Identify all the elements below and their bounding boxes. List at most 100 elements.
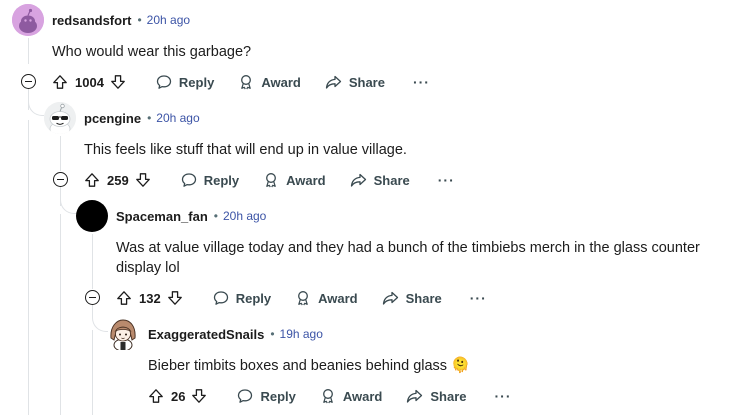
award-icon — [238, 74, 254, 90]
thread-connector — [28, 96, 44, 116]
thread-line — [28, 38, 29, 64]
comment-body: This feels like stuff that will end up i… — [84, 142, 407, 158]
award-icon — [320, 388, 336, 404]
reply-button[interactable]: Reply — [156, 74, 214, 90]
thread-line — [28, 120, 29, 415]
timestamp[interactable]: 19h ago — [280, 327, 323, 341]
vote-score: 1004 — [75, 74, 104, 90]
share-button[interactable]: Share — [406, 388, 467, 404]
comment-body: Bieber timbits boxes and beanies behind … — [148, 356, 470, 376]
character-avatar-icon — [110, 319, 136, 350]
more-options-icon[interactable]: ··· — [495, 388, 512, 404]
comment-meta: ExaggeratedSnails • 19h ago — [148, 324, 323, 344]
vote-score: 132 — [139, 290, 161, 306]
reply-button[interactable]: Reply — [181, 172, 239, 188]
share-button[interactable]: Share — [325, 74, 385, 90]
reply-icon — [213, 290, 229, 306]
vote-control: 259 — [84, 172, 151, 188]
comment-text: Bieber timbits boxes and beanies behind … — [148, 358, 448, 374]
reply-button[interactable]: Reply — [213, 290, 271, 306]
award-label: Award — [286, 172, 326, 188]
share-icon — [350, 172, 367, 188]
collapse-icon[interactable] — [53, 172, 68, 187]
comment-body: Who would wear this garbage? — [52, 44, 252, 60]
author-name[interactable]: redsandsfort — [52, 13, 131, 28]
thread-line — [60, 214, 61, 415]
timestamp[interactable]: 20h ago — [223, 209, 266, 223]
vote-control: 26 — [148, 388, 207, 404]
reply-button[interactable]: Reply — [237, 388, 296, 404]
downvote-icon[interactable] — [167, 290, 183, 306]
vote-control: 132 — [116, 290, 183, 306]
award-button[interactable]: Award — [238, 74, 301, 90]
comment-meta: pcengine • 20h ago — [84, 108, 200, 128]
comment-meta: Spaceman_fan • 20h ago — [116, 206, 266, 226]
downvote-icon[interactable] — [135, 172, 151, 188]
share-label: Share — [430, 388, 467, 404]
comment-body: Was at value village today and they had … — [116, 240, 700, 276]
thread-line — [92, 330, 93, 415]
award-label: Award — [318, 290, 358, 306]
comment-thread: redsandsfort • 20h ago Who would wear th… — [0, 0, 740, 415]
reply-label: Reply — [203, 172, 240, 188]
avatar[interactable] — [44, 102, 76, 134]
reply-label: Reply — [178, 74, 215, 90]
comment-actions: 132 Reply Award Share ··· — [116, 286, 487, 310]
author-name[interactable]: Spaceman_fan — [116, 209, 208, 224]
author-name[interactable]: pcengine — [84, 111, 141, 126]
reply-icon — [181, 172, 197, 188]
meta-separator: • — [270, 327, 275, 341]
comment-meta: redsandsfort • 20h ago — [52, 10, 190, 30]
thread-connector — [60, 194, 76, 214]
share-label: Share — [348, 74, 385, 90]
award-button[interactable]: Award — [295, 290, 358, 306]
upvote-icon[interactable] — [148, 388, 164, 404]
avatar[interactable] — [12, 4, 44, 36]
snoo-sunglasses-avatar-icon — [44, 102, 76, 134]
author-name[interactable]: ExaggeratedSnails — [148, 327, 264, 342]
downvote-icon[interactable] — [191, 388, 207, 404]
collapse-icon[interactable] — [21, 74, 36, 89]
avatar[interactable] — [76, 200, 108, 232]
vote-score: 259 — [107, 172, 129, 188]
more-options-icon[interactable]: ··· — [413, 74, 430, 90]
share-label: Share — [373, 172, 410, 188]
award-label: Award — [261, 74, 301, 90]
award-button[interactable]: Award — [320, 388, 383, 404]
award-button[interactable]: Award — [263, 172, 326, 188]
comment-actions: 259 Reply Award Share ··· — [84, 168, 455, 192]
share-button[interactable]: Share — [382, 290, 442, 306]
more-options-icon[interactable]: ··· — [438, 172, 455, 188]
thread-connector — [92, 312, 108, 332]
share-icon — [325, 74, 342, 90]
comment-actions: 26 Reply Award Share ··· — [148, 384, 512, 408]
share-icon — [406, 388, 423, 404]
snoo-avatar-icon — [12, 4, 44, 36]
reply-label: Reply — [260, 388, 296, 404]
collapse-icon[interactable] — [85, 290, 100, 305]
comment-actions: 1004 Reply Award Share ··· — [52, 70, 430, 94]
timestamp[interactable]: 20h ago — [156, 111, 199, 125]
reply-label: Reply — [235, 290, 272, 306]
vote-control: 1004 — [52, 74, 126, 90]
reply-icon — [156, 74, 172, 90]
award-icon — [263, 172, 279, 188]
share-icon — [382, 290, 399, 306]
vote-score: 26 — [171, 388, 186, 404]
share-label: Share — [405, 290, 442, 306]
downvote-icon[interactable] — [110, 74, 126, 90]
timestamp[interactable]: 20h ago — [147, 13, 190, 27]
award-label: Award — [342, 388, 383, 404]
more-options-icon[interactable]: ··· — [470, 290, 487, 306]
upvote-icon[interactable] — [116, 290, 132, 306]
meta-separator: • — [213, 209, 218, 223]
thread-line — [60, 136, 61, 171]
melting-face-emoji: 🫠 — [451, 357, 470, 374]
upvote-icon[interactable] — [52, 74, 68, 90]
award-icon — [295, 290, 311, 306]
share-button[interactable]: Share — [350, 172, 410, 188]
upvote-icon[interactable] — [84, 172, 100, 188]
avatar[interactable] — [108, 318, 138, 350]
reply-icon — [237, 388, 253, 404]
thread-line — [92, 234, 93, 289]
